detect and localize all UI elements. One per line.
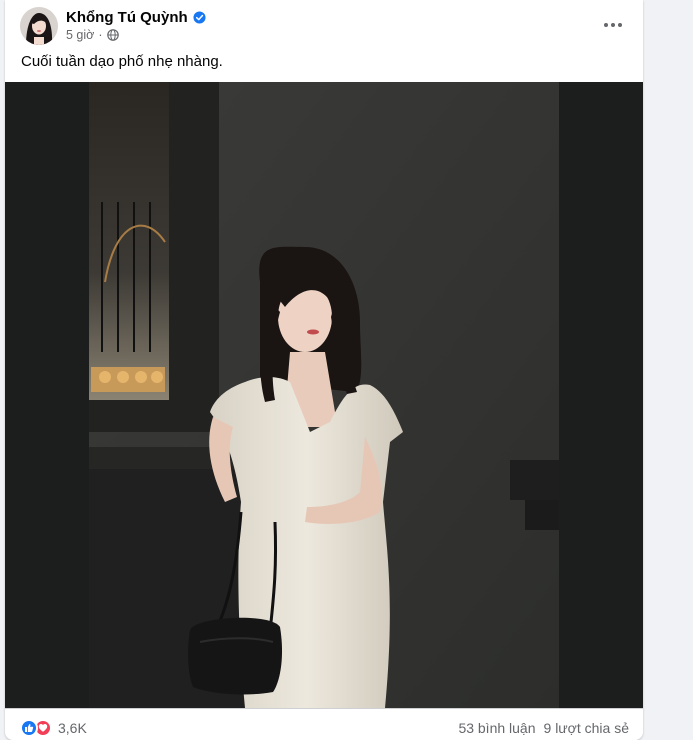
post-timestamp[interactable]: 5 giờ — [66, 28, 94, 42]
verified-badge-icon — [193, 11, 206, 24]
more-dot — [611, 23, 615, 27]
comments-count-link[interactable]: 53 bình luận — [458, 720, 535, 736]
post-footer: 3,6K 53 bình luận 9 lượt chia sẻ — [5, 708, 643, 740]
meta-separator: · — [98, 28, 103, 42]
author-name[interactable]: Khổng Tú Quỳnh — [66, 9, 188, 26]
shares-count-link[interactable]: 9 lượt chia sẻ — [544, 720, 629, 736]
avatar-image — [20, 7, 58, 45]
more-dot — [618, 23, 622, 27]
more-options-icon — [604, 23, 608, 27]
reaction-count: 3,6K — [58, 720, 87, 736]
like-icon — [20, 719, 38, 737]
page-background — [643, 0, 693, 740]
author-name-link[interactable]: Khổng Tú Quỳnh — [66, 9, 206, 26]
post-caption: Cuối tuần dạo phố nhẹ nhàng. — [21, 53, 223, 70]
reactions-summary[interactable]: 3,6K — [20, 719, 87, 737]
post-meta: 5 giờ · — [66, 28, 119, 42]
photo-image — [5, 82, 643, 708]
more-options-button[interactable] — [601, 13, 625, 37]
engagement-stats: 53 bình luận 9 lượt chia sẻ — [458, 720, 629, 736]
thumbs-up-glyph — [25, 724, 34, 732]
globe-icon[interactable] — [106, 29, 119, 41]
post-photo[interactable] — [5, 82, 643, 708]
heart-glyph — [38, 724, 48, 732]
author-avatar[interactable] — [20, 7, 58, 45]
post-card: Khổng Tú Quỳnh 5 giờ · Cuối tuần dạo phố… — [5, 0, 643, 740]
